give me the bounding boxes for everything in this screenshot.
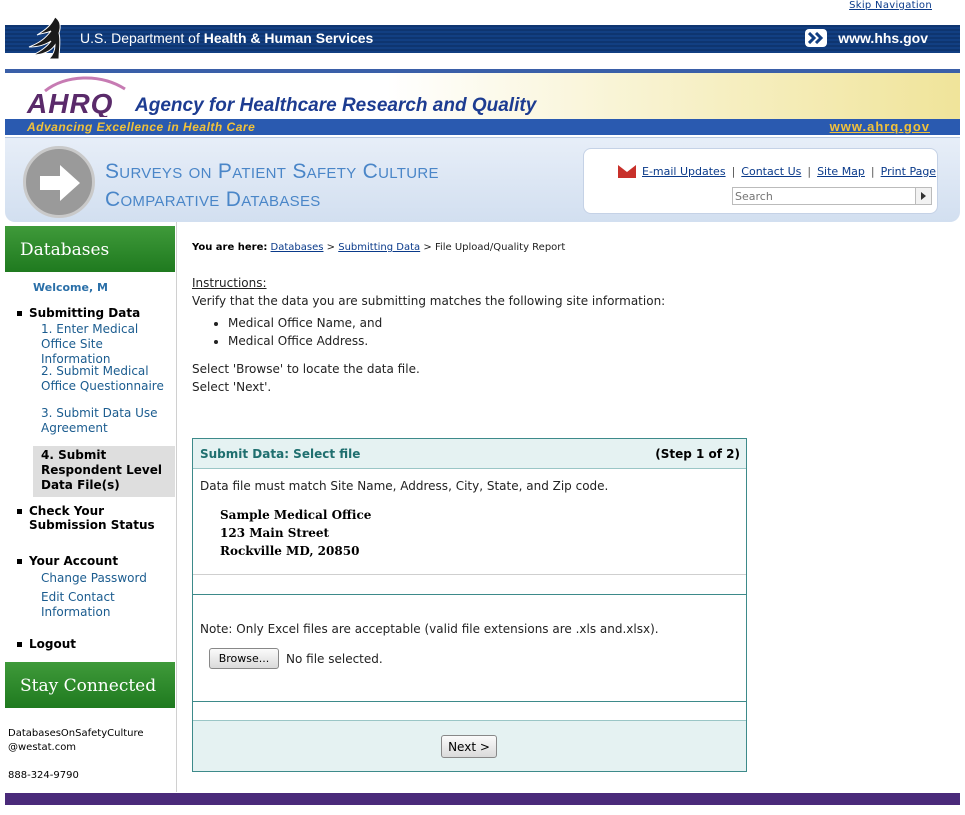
banner-title[interactable]: Surveys on Patient Safety Culture Compar… <box>105 158 439 214</box>
match-note: Data file must match Site Name, Address,… <box>200 479 609 493</box>
site-address: Sample Medical Office 123 Main Street Ro… <box>220 506 371 560</box>
print-page-link[interactable]: Print Page <box>881 165 936 178</box>
panel-footer: Next > <box>193 720 746 771</box>
instructions-bullet: Medical Office Name, and <box>228 314 752 332</box>
instructions-step2: Select 'Next'. <box>192 380 272 394</box>
next-button[interactable]: Next > <box>441 735 497 758</box>
databases-heading: Databases <box>5 226 175 272</box>
panel-header: Submit Data: Select file (Step 1 of 2) <box>193 439 746 469</box>
site-map-link[interactable]: Site Map <box>817 165 865 178</box>
hhs-header: U.S. Department of Health & Human Servic… <box>5 15 960 67</box>
site-city: Rockville MD, 20850 <box>220 544 360 558</box>
ahrq-url-link[interactable]: www.ahrq.gov <box>830 119 930 134</box>
sidebar: Databases Welcome, M Submitting Data 1. … <box>5 222 177 792</box>
site-street: 123 Main Street <box>220 526 330 540</box>
contact-email[interactable]: DatabasesOnSafetyCulture @westat.com <box>8 727 144 755</box>
sidebar-check-status[interactable]: Check Your Submission Status <box>17 504 169 532</box>
instructions-intro: Verify that the data you are submitting … <box>192 294 666 308</box>
ahrq-logo[interactable]: AHRQ <box>25 75 130 119</box>
hhs-title-prefix: U.S. Department of <box>80 30 204 46</box>
arrow-right-circle-icon <box>23 146 95 218</box>
instructions-list: Medical Office Name, and Medical Office … <box>192 314 752 350</box>
banner-title-line2: Comparative Databases <box>105 188 321 211</box>
stay-connected-heading: Stay Connected <box>5 662 175 708</box>
panel-step-indicator: (Step 1 of 2) <box>655 447 740 461</box>
envelope-icon[interactable] <box>618 165 636 178</box>
ahrq-tagline: Advancing Excellence in Health Care <box>27 120 256 134</box>
separator: | <box>870 165 875 178</box>
instructions-step1: Select 'Browse' to locate the data file. <box>192 362 420 376</box>
instructions-bullet: Medical Office Address. <box>228 332 752 350</box>
survey-banner: Surveys on Patient Safety Culture Compar… <box>5 137 960 222</box>
panel-title: Submit Data: Select file <box>200 447 361 461</box>
sidebar-your-account[interactable]: Your Account <box>16 554 118 568</box>
site-info-block: Data file must match Site Name, Address,… <box>193 469 746 575</box>
ahrq-agency-name[interactable]: Agency for Healthcare Research and Quali… <box>135 95 536 117</box>
breadcrumb-databases[interactable]: Databases <box>271 242 324 253</box>
breadcrumb-submitting-data[interactable]: Submitting Data <box>338 242 420 253</box>
utility-box: E-mail Updates | Contact Us | Site Map | Print… <box>583 148 938 214</box>
hhs-url-link[interactable]: www.hhs.gov <box>838 30 928 46</box>
breadcrumb-sep: > <box>326 242 336 253</box>
upload-note: Note: Only Excel files are acceptable (v… <box>200 622 659 636</box>
hhs-title-bold: Health & Human Services <box>203 30 374 46</box>
sidebar-submitting-data[interactable]: Submitting Data <box>16 306 140 320</box>
contact-phone: 888-324-9790 <box>8 770 79 781</box>
skip-navigation-link[interactable]: Skip Navigation <box>849 0 932 11</box>
sidebar-item-edit-contact[interactable]: Edit Contact Information <box>41 590 131 620</box>
double-chevron-right-icon[interactable] <box>805 29 827 47</box>
contact-email-line2: @westat.com <box>8 742 77 753</box>
sidebar-item-submit-data-files[interactable]: 4. Submit Respondent Level Data File(s) <box>33 446 175 497</box>
breadcrumb-sep: > <box>423 242 432 253</box>
utility-links: E-mail Updates | Contact Us | Site Map | Print… <box>642 165 936 178</box>
search-box <box>732 187 932 205</box>
welcome-text: Welcome, M <box>33 281 108 294</box>
separator: | <box>807 165 812 178</box>
file-status: No file selected. <box>286 652 383 666</box>
sidebar-item-submit-questionnaire[interactable]: 2. Submit Medical Office Questionnaire <box>41 364 171 394</box>
file-upload-box: Note: Only Excel files are acceptable (v… <box>193 594 746 702</box>
instructions-title: Instructions: <box>192 276 267 290</box>
hhs-department-title[interactable]: U.S. Department of Health & Human Servic… <box>80 30 373 46</box>
submit-data-panel: Submit Data: Select file (Step 1 of 2) D… <box>192 438 747 772</box>
breadcrumb-current: File Upload/Quality Report <box>434 242 566 253</box>
search-go-icon[interactable] <box>915 188 931 204</box>
breadcrumb: You are here: Databases > Submitting Dat… <box>192 242 565 253</box>
hhs-eagle-icon[interactable] <box>25 15 69 63</box>
breadcrumb-prefix: You are here: <box>192 242 268 253</box>
footer-bar <box>5 793 960 805</box>
site-name: Sample Medical Office <box>220 508 372 522</box>
sidebar-item-change-password[interactable]: Change Password <box>41 571 171 586</box>
separator: | <box>731 165 736 178</box>
sidebar-logout[interactable]: Logout <box>16 637 76 651</box>
svg-text:AHRQ: AHRQ <box>26 88 113 117</box>
contact-us-link[interactable]: Contact Us <box>741 165 801 178</box>
email-updates-link[interactable]: E-mail Updates <box>642 165 726 178</box>
contact-email-line1: DatabasesOnSafetyCulture <box>8 728 144 739</box>
search-input[interactable] <box>733 188 915 204</box>
ahrq-header: AHRQ Agency for Healthcare Research and … <box>5 67 960 135</box>
browse-button[interactable]: Browse... <box>209 648 279 669</box>
instructions: Instructions: Verify that the data you a… <box>192 274 752 396</box>
sidebar-item-enter-site-info[interactable]: 1. Enter Medical Office Site Information <box>41 322 171 367</box>
sidebar-item-data-use-agreement[interactable]: 3. Submit Data Use Agreement <box>41 406 171 436</box>
banner-title-line1: Surveys on Patient Safety Culture <box>105 160 439 183</box>
